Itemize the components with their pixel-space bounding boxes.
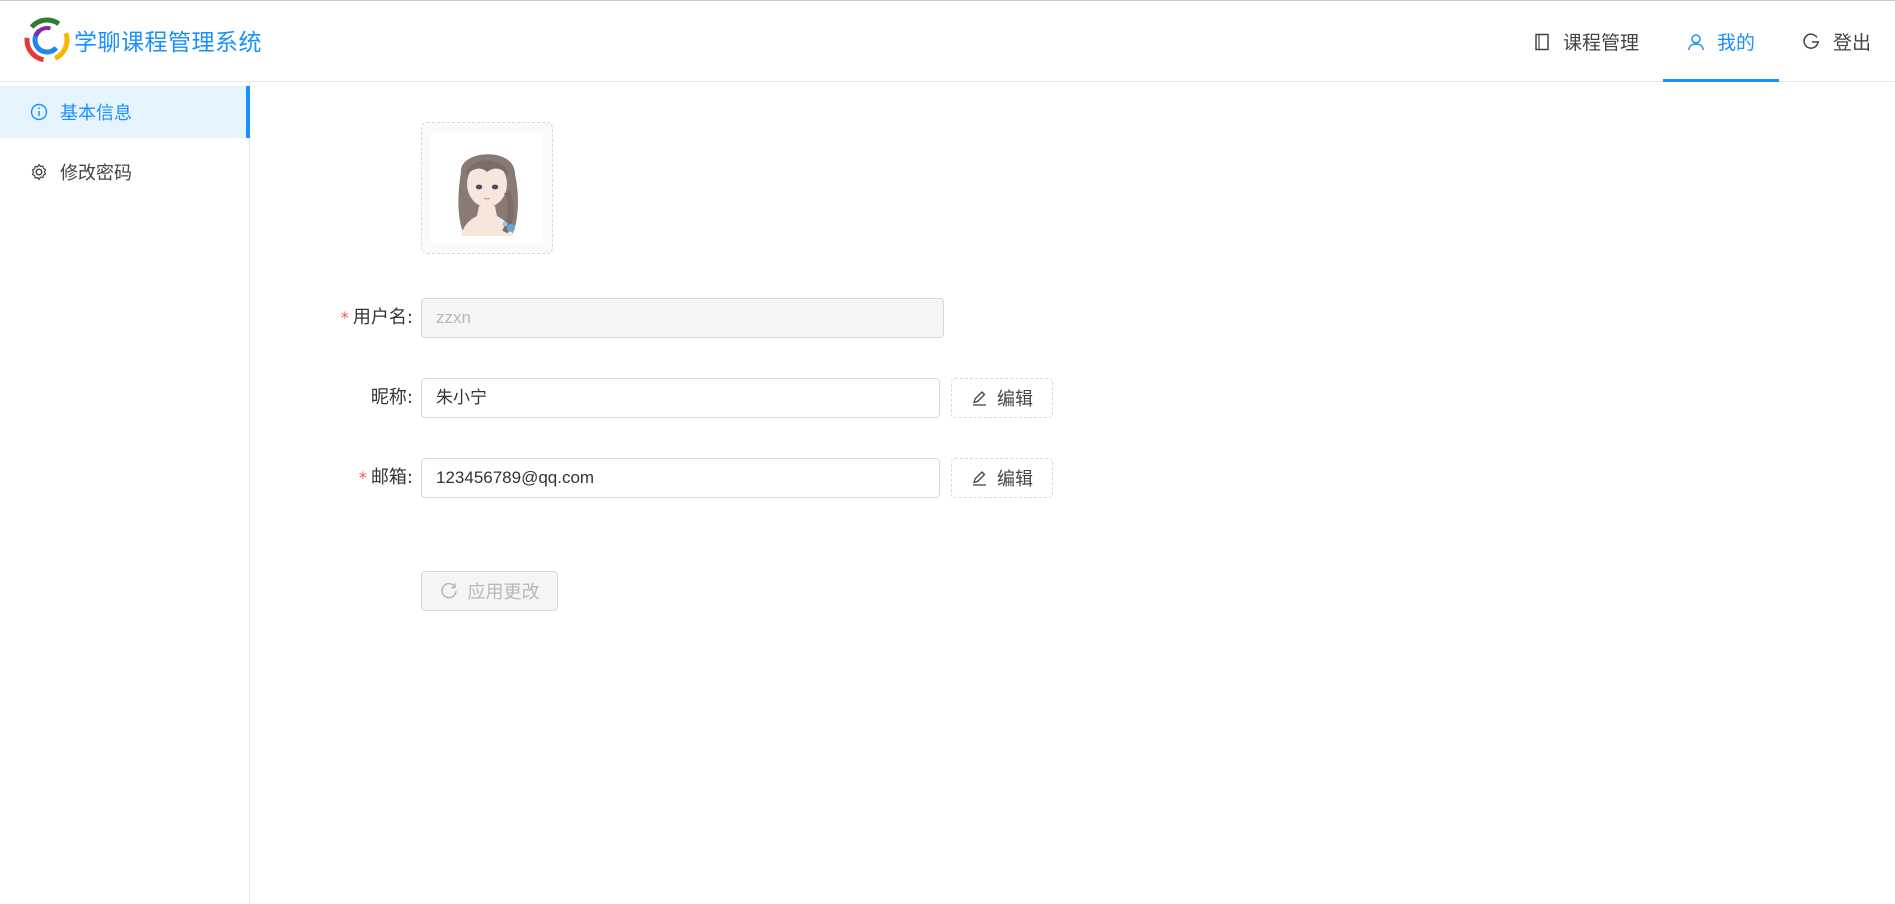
sidebar-item-label: 修改密码	[60, 163, 132, 184]
app-title: 学聊课程管理系统	[74, 30, 262, 56]
form-row-nickname: 昵称: 朱小宁 编辑	[251, 378, 1151, 418]
sidebar-item-basic-info[interactable]: 基本信息	[0, 86, 250, 138]
main-content: * 用户名: zzxn 昵称: 朱小宁 编辑 * 邮箱: 123456789@qq.…	[251, 82, 1895, 904]
edit-nickname-button[interactable]: 编辑	[951, 378, 1053, 418]
avatar-uploader[interactable]	[421, 122, 553, 254]
edit-icon	[971, 390, 987, 406]
sidebar: 基本信息 修改密码	[0, 82, 250, 904]
nav-item-label: 我的	[1716, 32, 1755, 54]
nav-item-mine[interactable]: 我的	[1662, 1, 1780, 82]
form-row-email: * 邮箱: 123456789@qq.com 编辑	[251, 458, 1151, 498]
brand[interactable]: 学聊课程管理系统	[24, 15, 262, 65]
username-field[interactable]: zzxn	[421, 298, 944, 338]
info-circle-icon	[30, 103, 48, 121]
top-nav: 课程管理 我的 登出	[1509, 1, 1895, 82]
gear-icon	[30, 163, 48, 181]
required-mark: *	[358, 468, 367, 487]
sidebar-item-change-password[interactable]: 修改密码	[0, 146, 249, 198]
reload-icon	[440, 582, 458, 600]
required-mark: *	[340, 308, 349, 327]
nav-item-logout[interactable]: 登出	[1779, 1, 1895, 82]
top-header: 学聊课程管理系统 课程管理 我的 登出	[0, 0, 1895, 82]
email-label: * 邮箱:	[358, 467, 413, 488]
email-field[interactable]: 123456789@qq.com	[421, 458, 940, 498]
sidebar-item-label: 基本信息	[60, 103, 132, 124]
nickname-field[interactable]: 朱小宁	[421, 378, 940, 418]
nickname-label: 昵称:	[370, 387, 413, 408]
nav-item-course-management[interactable]: 课程管理	[1509, 1, 1663, 82]
apply-button-label: 应用更改	[467, 582, 540, 603]
logout-icon	[1803, 32, 1821, 51]
edit-icon	[971, 470, 987, 486]
edit-button-label: 编辑	[997, 469, 1033, 490]
book-icon	[1533, 33, 1551, 51]
edit-button-label: 编辑	[997, 389, 1033, 410]
apply-changes-button[interactable]: 应用更改	[421, 571, 558, 611]
user-icon	[1687, 33, 1705, 51]
app-logo-icon	[24, 17, 70, 63]
nav-item-label: 课程管理	[1562, 32, 1639, 54]
edit-email-button[interactable]: 编辑	[951, 458, 1053, 498]
username-label: * 用户名:	[340, 307, 413, 328]
form-row-username: * 用户名: zzxn	[251, 298, 1151, 338]
avatar	[431, 132, 543, 244]
nav-item-label: 登出	[1832, 32, 1871, 54]
